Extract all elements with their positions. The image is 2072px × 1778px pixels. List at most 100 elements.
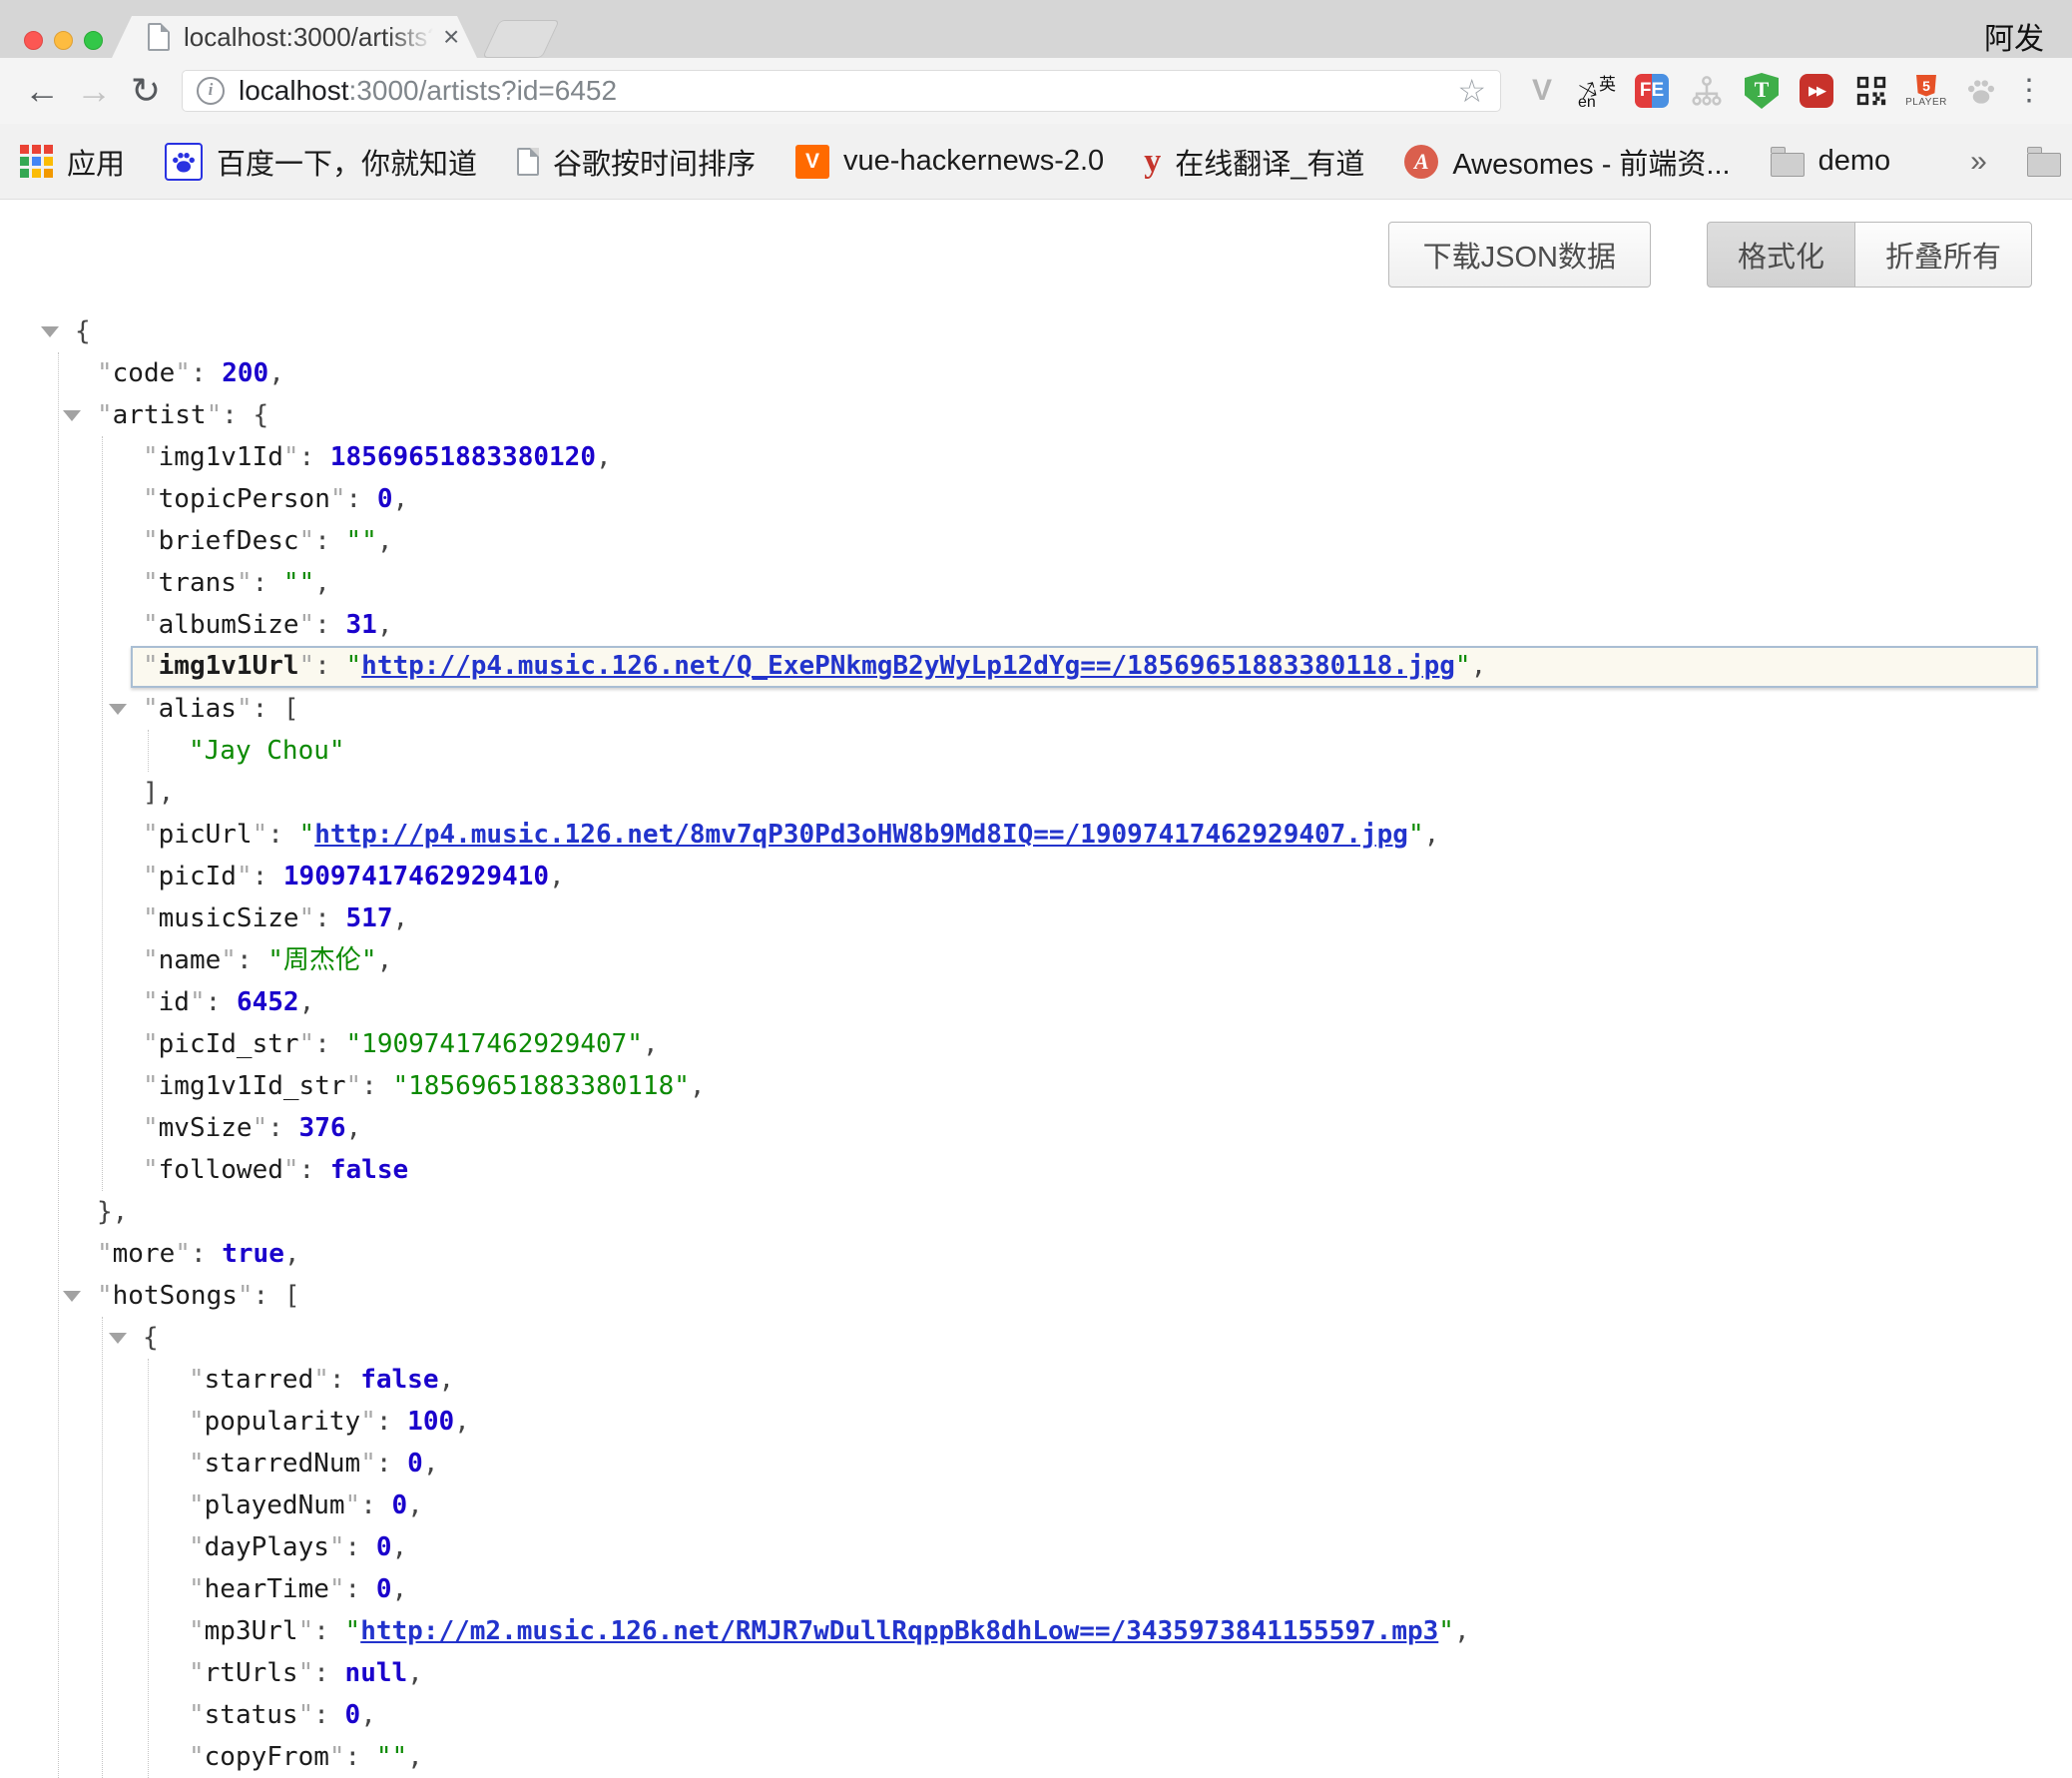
json-token: : <box>345 1532 376 1562</box>
json-token: , <box>423 1449 439 1479</box>
json-token: : <box>191 358 222 388</box>
bookmark-apps[interactable]: 应用 <box>20 141 125 183</box>
url-link[interactable]: http://p4.music.126.net/Q_ExePNkmgB2yWyL… <box>361 651 1455 681</box>
json-key: rtUrls <box>205 1658 298 1688</box>
fe-extension-icon[interactable]: FE <box>1633 72 1671 110</box>
minimize-window-button[interactable] <box>54 31 73 50</box>
json-token: " <box>345 1616 361 1646</box>
json-key: mvSize <box>159 1113 253 1143</box>
json-token: " <box>143 820 159 850</box>
json-token: , <box>392 903 408 933</box>
profile-name[interactable]: 阿发 <box>1984 14 2044 58</box>
bookmark-baidu[interactable]: 百度一下，你就知道 <box>165 141 477 183</box>
translate-icon[interactable]: 英 ⤨ en <box>1578 72 1616 110</box>
json-value: false <box>330 1155 408 1185</box>
json-value: 0 <box>377 484 393 514</box>
html5-player-icon[interactable]: 5 PLAYER <box>1907 72 1945 110</box>
json-token: , <box>360 1700 376 1730</box>
json-token: " <box>298 1658 314 1688</box>
json-token: : <box>314 903 345 933</box>
paw-icon[interactable] <box>1962 72 2000 110</box>
url-text[interactable]: localhost:3000/artists?id=6452 <box>239 75 1457 107</box>
other-bookmarks-folder[interactable]: 其他书签 <box>2027 141 2072 183</box>
back-icon[interactable]: ← <box>16 73 68 109</box>
tampermonkey-icon[interactable]: T <box>1743 72 1781 110</box>
json-key: starred <box>205 1365 314 1395</box>
json-token: " <box>299 1029 315 1059</box>
json-token: "周杰伦" <box>267 945 376 975</box>
address-bar[interactable]: i localhost:3000/artists?id=6452 ☆ <box>182 70 1501 112</box>
tab-close-icon[interactable]: × <box>443 23 459 51</box>
json-token: " <box>190 987 206 1017</box>
json-key: img1v1Id_str <box>159 1071 346 1101</box>
collapse-toggle-icon[interactable] <box>63 410 81 421</box>
bookmark-youdao-translate[interactable]: y 在线翻译_有道 <box>1144 141 1364 183</box>
json-token: [ <box>283 694 299 724</box>
sitemap-icon[interactable] <box>1688 72 1726 110</box>
baidu-paw-icon <box>165 143 203 181</box>
json-token: " <box>237 568 253 598</box>
json-token: " <box>238 1281 254 1311</box>
json-line: "img1v1Id_str": "18569651883380118", <box>143 1065 2054 1107</box>
json-value: 18569651883380120 <box>330 442 596 472</box>
json-token: [ <box>284 1281 300 1311</box>
json-token: " <box>143 862 159 891</box>
collapse-toggle-icon[interactable] <box>109 1333 127 1344</box>
json-line: "mvSize": 376, <box>143 1107 2054 1149</box>
json-token: : <box>313 1700 344 1730</box>
json-token: } <box>97 1197 113 1227</box>
vue-devtools-icon[interactable]: V <box>1523 72 1561 110</box>
json-token: " <box>329 1742 345 1772</box>
collapse-all-button[interactable]: 折叠所有 <box>1854 222 2032 288</box>
json-token: : <box>314 651 345 681</box>
collapse-toggle-icon[interactable] <box>63 1291 81 1302</box>
browser-tab[interactable]: localhost:3000/artists?id=645 × <box>112 16 477 58</box>
url-link[interactable]: http://m2.music.126.net/RMJR7wDullRqppBk… <box>360 1616 1438 1646</box>
json-value: 0 <box>345 1700 361 1730</box>
json-block: "Jay Chou" <box>148 730 2054 772</box>
browser-menu-icon[interactable]: ⋮ <box>2014 76 2044 106</box>
json-token: : <box>254 1281 284 1311</box>
fast-forward-icon[interactable]: ▶▶ <box>1798 72 1835 110</box>
json-line: "id": 6452, <box>143 981 2054 1023</box>
json-token: , <box>392 484 408 514</box>
json-token: , <box>1471 651 1487 681</box>
bookmark-folder-demo[interactable]: demo <box>1771 145 1891 178</box>
json-key: topicPerson <box>159 484 330 514</box>
json-token: : <box>376 1449 407 1479</box>
json-token: " <box>175 1239 191 1269</box>
json-key: musicSize <box>159 903 299 933</box>
reload-icon[interactable]: ↻ <box>120 73 172 109</box>
json-value: 19097417462929410 <box>283 862 549 891</box>
json-value: 6452 <box>237 987 299 1017</box>
json-token: " <box>189 1700 205 1730</box>
json-token: { <box>143 1323 159 1353</box>
json-line: "hearTime": 0, <box>189 1568 2054 1610</box>
bookmark-awesomes[interactable]: A Awesomes - 前端资... <box>1404 141 1730 183</box>
bookmark-vue-hackernews[interactable]: V vue-hackernews-2.0 <box>795 145 1104 179</box>
bookmarks-overflow-icon[interactable]: » <box>1970 145 1987 179</box>
url-link[interactable]: http://p4.music.126.net/8mv7qP30Pd3oHW8b… <box>314 820 1408 850</box>
new-tab-button[interactable] <box>482 20 560 58</box>
bookmark-google-sort[interactable]: 谷歌按时间排序 <box>517 141 756 183</box>
bookmarks-bar: 应用 百度一下，你就知道 谷歌按时间排序 V vue-hackernews-2.… <box>0 124 2072 200</box>
download-json-button[interactable]: 下载JSON数据 <box>1388 222 1651 288</box>
json-token: , <box>454 1407 470 1437</box>
json-token: { <box>75 316 91 346</box>
format-button[interactable]: 格式化 <box>1707 222 1854 288</box>
json-line: "img1v1Id": 18569651883380120, <box>143 436 2054 478</box>
collapse-toggle-icon[interactable] <box>41 326 59 337</box>
json-block: "starred": false,"popularity": 100,"star… <box>148 1359 2054 1778</box>
json-token: , <box>346 1113 362 1143</box>
close-window-button[interactable] <box>24 31 43 50</box>
bookmark-star-icon[interactable]: ☆ <box>1457 72 1486 110</box>
qr-code-icon[interactable] <box>1852 72 1890 110</box>
forward-icon[interactable]: → <box>68 73 120 109</box>
json-value: 100 <box>407 1407 454 1437</box>
collapse-toggle-icon[interactable] <box>109 704 127 715</box>
json-token: ] <box>143 778 159 808</box>
json-line: "mp3Url": "http://m2.music.126.net/RMJR7… <box>189 1610 2054 1652</box>
page-info-icon[interactable]: i <box>197 77 225 105</box>
json-line: "picUrl": "http://p4.music.126.net/8mv7q… <box>143 814 2054 856</box>
zoom-window-button[interactable] <box>84 31 103 50</box>
